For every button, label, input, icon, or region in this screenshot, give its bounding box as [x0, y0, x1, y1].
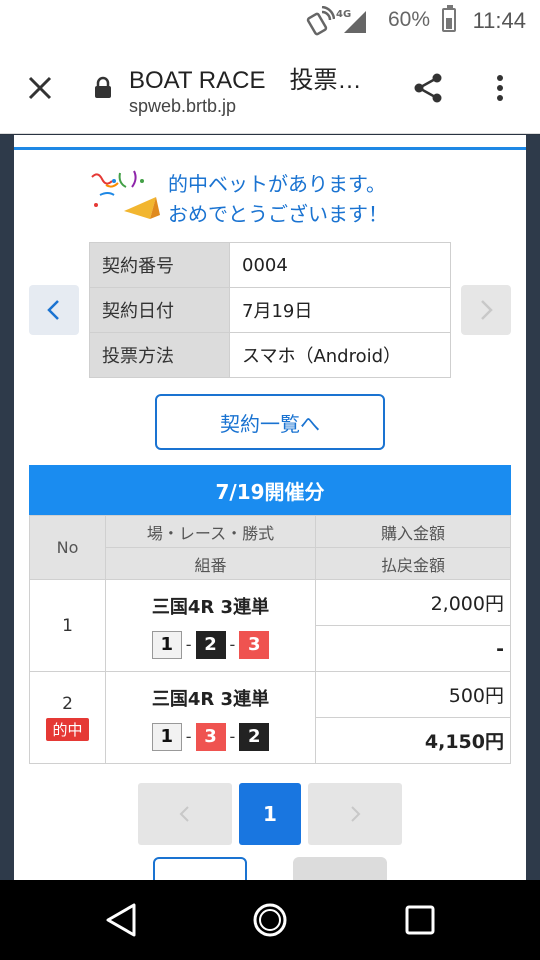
boat-number-2: 2	[239, 722, 270, 751]
combo: 1 - 3 - 2	[106, 722, 315, 751]
close-icon[interactable]	[22, 70, 58, 106]
pagination-prev-button[interactable]	[138, 783, 232, 845]
bet-no-cell: 1	[29, 579, 106, 672]
page-title: BOAT RACE 投票…	[129, 67, 362, 94]
boat-number-3: 3	[195, 722, 226, 751]
purchase-amount: 2,000円	[315, 579, 511, 626]
boat-number-1: 1	[151, 722, 182, 751]
recent-apps-icon[interactable]	[404, 904, 436, 936]
congrats-message: 的中ベットがあります。 おめでとうございます！	[168, 169, 388, 229]
browser-toolbar: BOAT RACE 投票… spweb.brtb.jp	[0, 42, 540, 134]
combo-dash: -	[229, 727, 236, 746]
contract-row: 投票方法 スマホ（Android）	[89, 332, 451, 378]
contract-info-table: 契約番号 0004 契約日付 7月19日 投票方法 スマホ（Android）	[89, 242, 451, 378]
prev-contract-button[interactable]	[29, 285, 79, 335]
contract-date-label: 契約日付	[89, 287, 230, 333]
bet-no: 2	[62, 694, 73, 714]
payout-amount: 4,150円	[315, 717, 511, 764]
contract-row: 契約番号 0004	[89, 242, 451, 288]
header-payout: 払戻金額	[315, 547, 511, 580]
wifi-calling-icon	[306, 6, 335, 36]
header-no: No	[29, 515, 106, 580]
back-icon[interactable]	[104, 902, 138, 938]
hit-badge: 的中	[46, 718, 89, 741]
bet-no: 1	[62, 615, 73, 636]
status-bar: 4G 60% 11:44	[0, 0, 540, 42]
vote-method-label: 投票方法	[89, 332, 230, 378]
share-icon[interactable]	[410, 70, 446, 106]
header-combo: 組番	[105, 547, 316, 580]
combo: 1 - 2 - 3	[106, 630, 315, 659]
table-header-row: No 場・レース・勝式 購入金額	[29, 515, 511, 580]
combo-dash: -	[229, 635, 236, 654]
pagination-current-page[interactable]: 1	[239, 783, 301, 845]
payout-amount: -	[315, 625, 511, 672]
bets-table: No 場・レース・勝式 購入金額 組番 払戻金額 1 三国4R 3連単 1 - …	[29, 515, 511, 764]
chevron-right-icon	[351, 806, 361, 822]
table-row: 1 三国4R 3連単 1 - 2 - 3 2,000円	[29, 579, 511, 672]
combo-dash: -	[185, 727, 192, 746]
chevron-left-icon	[179, 806, 189, 822]
boat-number-1: 1	[151, 630, 182, 659]
race-name: 三国4R 3連単	[151, 688, 270, 710]
contract-date-value: 7月19日	[229, 287, 451, 333]
system-navigation-bar	[0, 880, 540, 960]
contract-number-label: 契約番号	[89, 242, 230, 288]
bet-race-cell: 三国4R 3連単 1 - 3 - 2	[105, 671, 316, 764]
congrats-line-2: おめでとうございます！	[168, 202, 388, 226]
clock: 11:44	[472, 8, 526, 33]
bet-no-cell: 2 的中	[29, 671, 106, 764]
modal-top-border	[14, 147, 526, 150]
contract-row: 契約日付 7月19日	[89, 287, 451, 333]
purchase-amount: 500円	[315, 671, 511, 718]
congrats-line-1: 的中ベットがあります。	[168, 172, 386, 196]
header-race: 場・レース・勝式	[105, 515, 316, 548]
next-contract-button[interactable]	[461, 285, 511, 335]
home-icon[interactable]	[252, 902, 288, 938]
boat-number-2: 2	[195, 630, 226, 659]
chevron-left-icon	[47, 300, 59, 320]
page-url[interactable]: spweb.brtb.jp	[129, 96, 236, 117]
bottom-left-button[interactable]	[153, 857, 247, 880]
date-header: 7/19開催分	[29, 465, 511, 515]
signal-4g-icon: 4G	[336, 9, 366, 33]
contract-number-value: 0004	[229, 242, 451, 288]
bet-race-cell: 三国4R 3連単 1 - 2 - 3	[105, 579, 316, 672]
contract-list-button[interactable]: 契約一覧へ	[155, 394, 385, 450]
combo-dash: -	[185, 635, 192, 654]
bottom-right-button[interactable]	[293, 857, 387, 880]
network-label: 4G	[336, 9, 351, 20]
battery-percent: 60%	[387, 8, 430, 31]
vote-method-value: スマホ（Android）	[229, 332, 451, 378]
header-purchase: 購入金額	[315, 515, 511, 548]
table-row: 2 的中 三国4R 3連単 1 - 3 - 2 500円	[29, 671, 511, 764]
race-name: 三国4R 3連単	[151, 596, 270, 618]
chevron-right-icon	[481, 300, 493, 320]
more-vert-icon[interactable]	[488, 70, 512, 106]
pagination-next-button[interactable]	[308, 783, 402, 845]
battery-icon	[442, 5, 456, 32]
lock-icon	[95, 76, 111, 98]
party-popper-icon	[91, 170, 160, 219]
hit-result-modal: 的中ベットがあります。 おめでとうございます！ 契約番号 0004 契約日付 7…	[14, 135, 526, 880]
boat-number-3: 3	[239, 630, 270, 659]
